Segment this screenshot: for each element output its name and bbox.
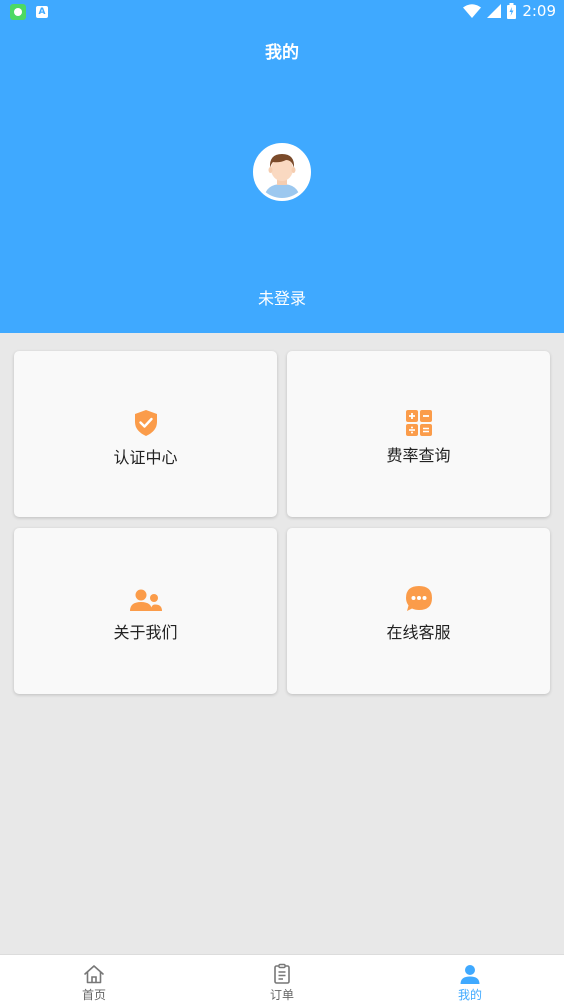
chat-bubble-icon [405, 586, 432, 611]
user-icon [460, 965, 480, 984]
card-about-us[interactable]: 关于我们 [14, 528, 277, 694]
profile-screen: A 2:09 我的 未登录 认证中心 费率查询 关于我们 在线客服 首页 订单 … [0, 0, 564, 1002]
profile-header: A 2:09 我的 未登录 [0, 0, 564, 333]
card-label: 费率查询 [386, 446, 451, 465]
page-title: 我的 [265, 43, 299, 63]
calculator-icon [405, 410, 432, 436]
home-icon [84, 965, 104, 984]
app-notification-icon [10, 4, 26, 20]
status-bar: A 2:09 [0, 0, 564, 26]
signal-icon [487, 4, 502, 18]
keyboard-notification-icon: A [36, 6, 48, 18]
card-label: 认证中心 [113, 448, 178, 467]
shield-check-icon [134, 410, 157, 436]
nav-label-orders: 订单 [269, 988, 294, 1002]
card-verification-center[interactable]: 认证中心 [14, 351, 277, 517]
users-icon [129, 589, 162, 611]
nav-item-orders[interactable]: 订单 [188, 955, 376, 1002]
card-online-service[interactable]: 在线客服 [287, 528, 550, 694]
avatar[interactable] [253, 143, 311, 201]
wifi-icon [463, 4, 482, 18]
bottom-nav: 首页 订单 我的 [0, 954, 564, 1002]
card-label: 在线客服 [386, 623, 451, 642]
login-status-label[interactable]: 未登录 [0, 285, 564, 309]
avatar-boy-icon [256, 146, 308, 198]
battery-icon [507, 3, 517, 19]
nav-label-mine: 我的 [457, 988, 482, 1002]
card-label: 关于我们 [113, 623, 178, 642]
nav-item-mine[interactable]: 我的 [376, 955, 564, 1002]
clipboard-icon [274, 963, 290, 984]
nav-label-home: 首页 [81, 988, 106, 1002]
status-time: 2:09 [522, 2, 556, 20]
nav-item-home[interactable]: 首页 [0, 955, 188, 1002]
card-rate-query[interactable]: 费率查询 [287, 351, 550, 517]
